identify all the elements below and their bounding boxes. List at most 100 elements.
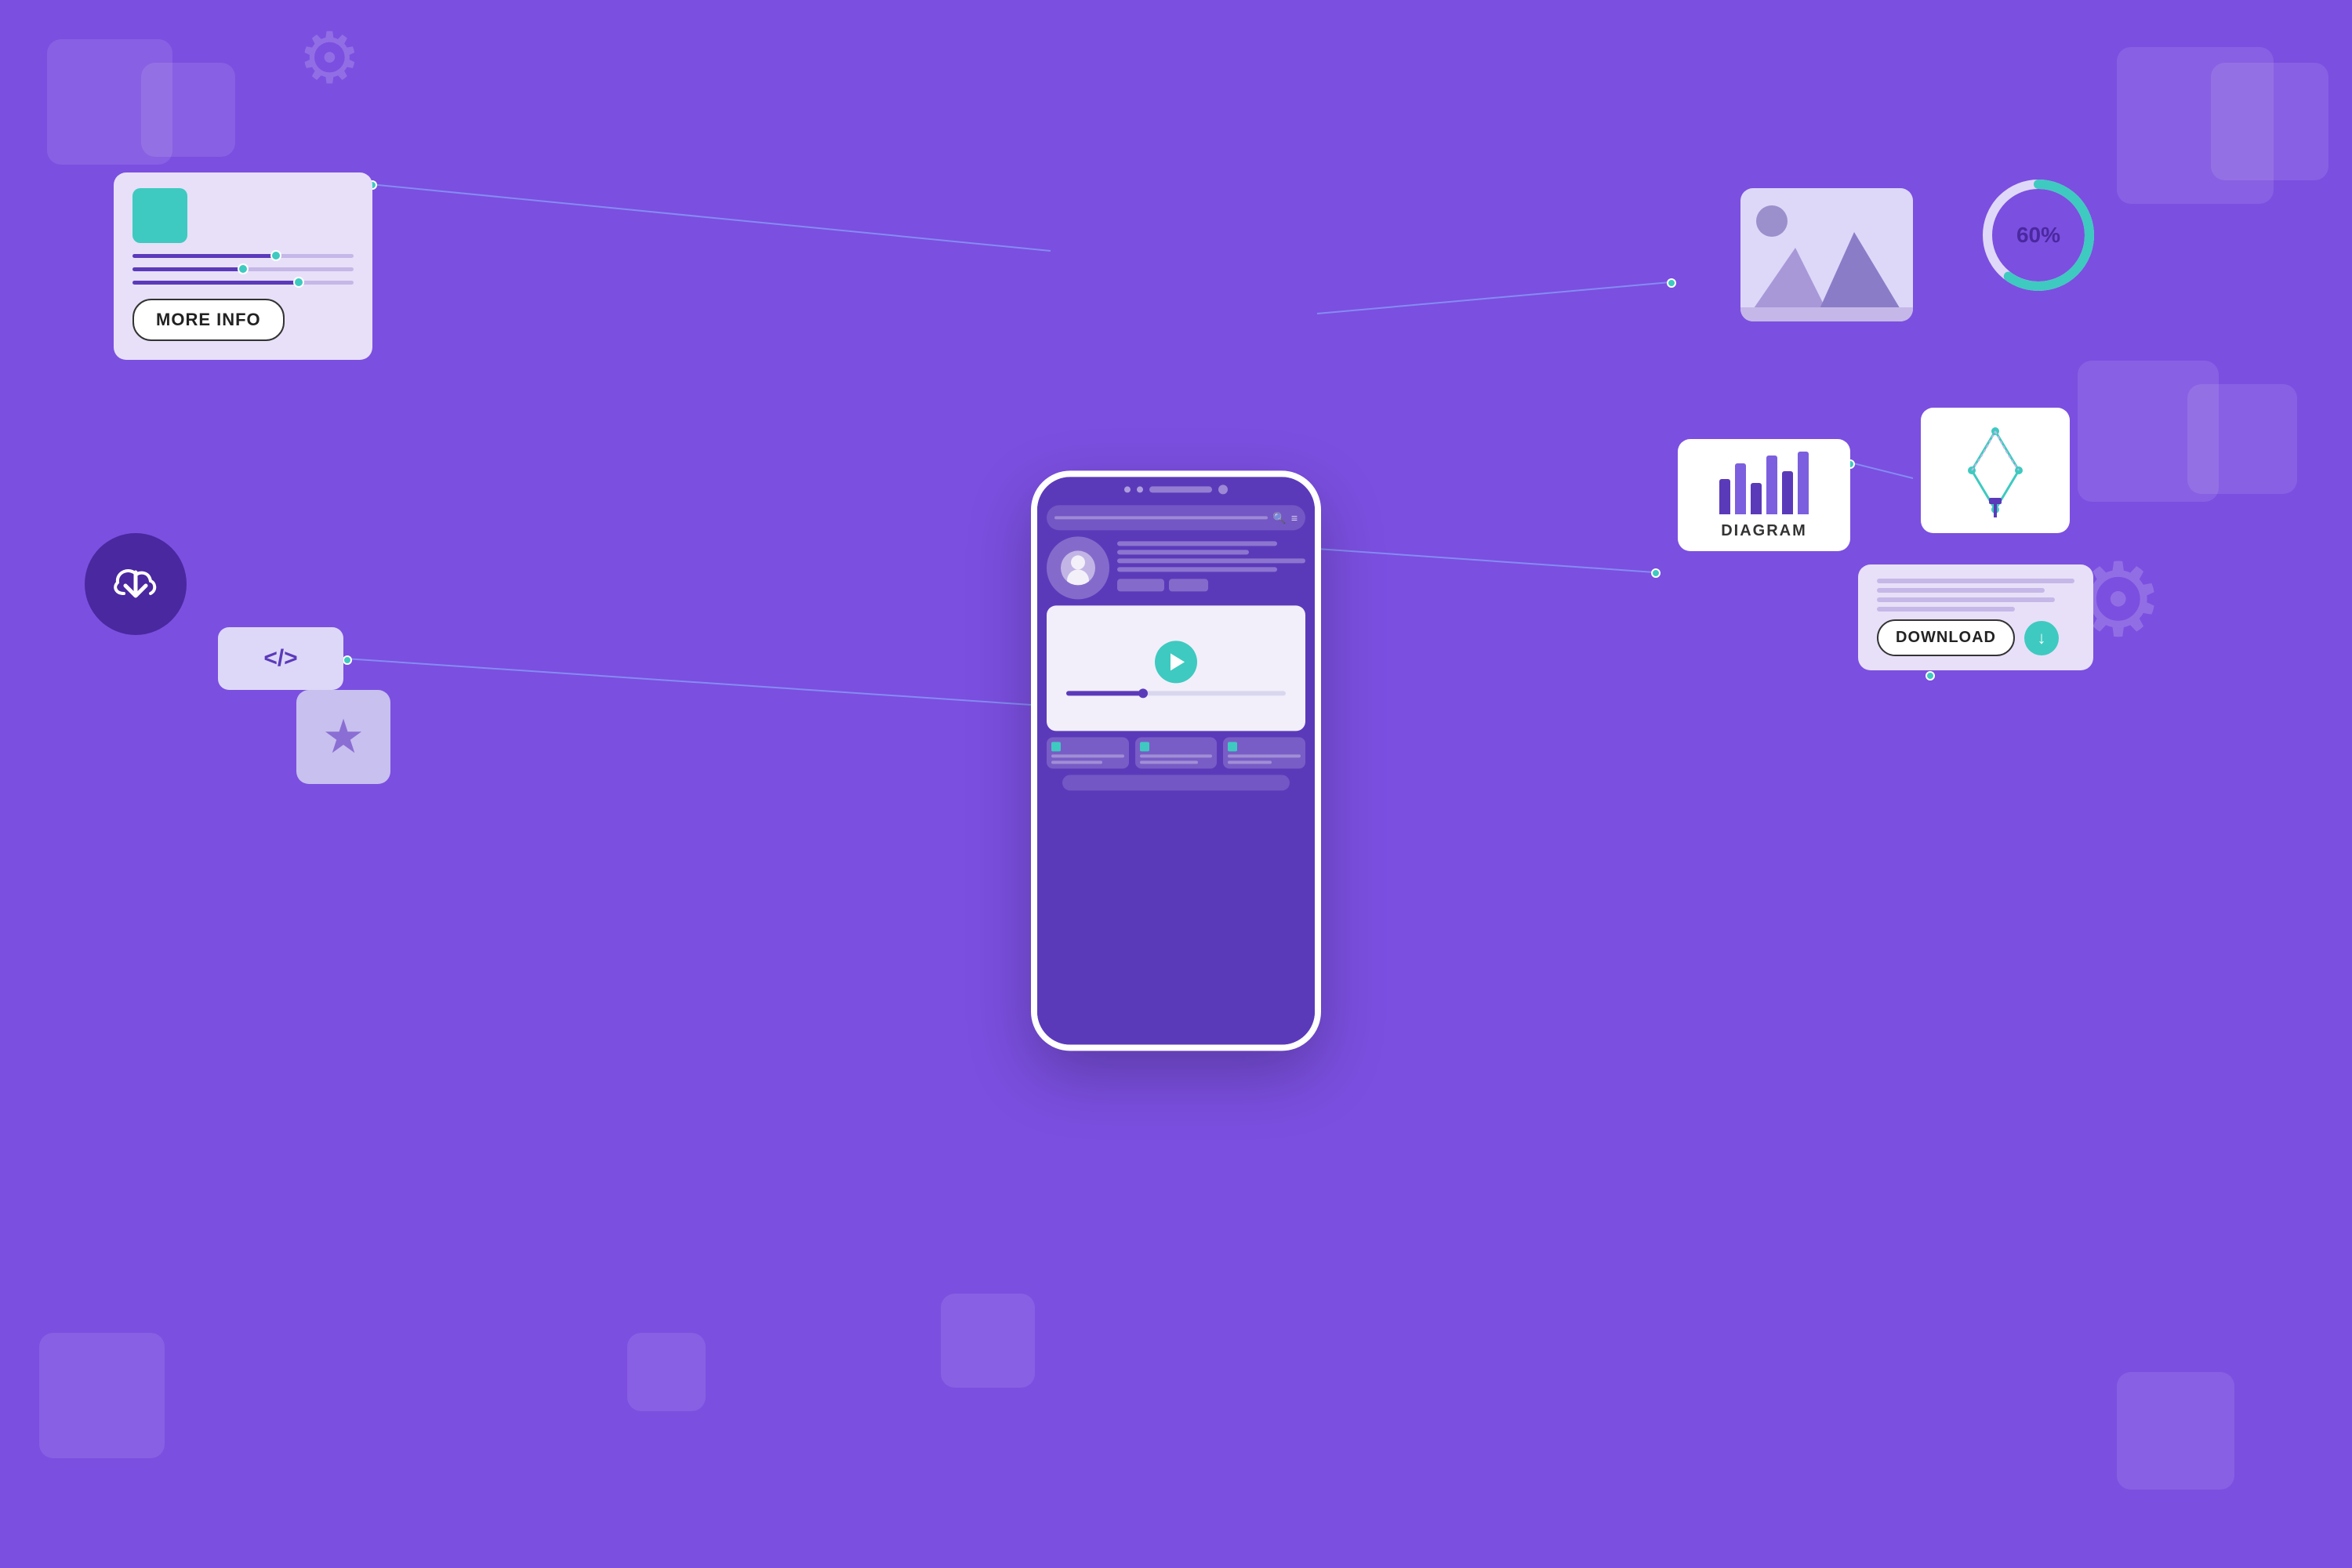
phone-progress-fill <box>1066 691 1143 695</box>
download-icon: ↓ <box>2024 621 2059 655</box>
phone-notch-dot-2 <box>1137 486 1143 492</box>
phone-card-icon-1 <box>1051 742 1061 751</box>
sliders-container <box>132 254 354 285</box>
bg-square-4 <box>2211 63 2328 180</box>
diagram-bar-3 <box>1751 483 1762 514</box>
download-line-4 <box>1877 607 2015 612</box>
phone-profile-line-1 <box>1117 541 1277 546</box>
bg-square-6 <box>2187 384 2297 494</box>
phone-bottom-bar <box>1062 775 1290 790</box>
slider-fill-1 <box>132 254 276 258</box>
progress-circle: 60% <box>1976 172 2101 298</box>
phone-play-triangle <box>1171 653 1185 670</box>
slider-thumb-2 <box>238 263 249 274</box>
cloud-upload-icon <box>108 561 163 608</box>
slider-fill-3 <box>132 281 299 285</box>
phone-search-bar[interactable]: 🔍 ≡ <box>1047 505 1305 530</box>
download-lines <box>1877 579 2074 612</box>
image-mountains <box>1740 232 1913 310</box>
slider-track-1[interactable] <box>132 254 354 258</box>
phone-play-button[interactable] <box>1155 641 1197 683</box>
conn-dot-diagram <box>1651 568 1661 578</box>
phone-profile-line-2 <box>1117 550 1249 554</box>
phone-cards-row <box>1047 737 1305 768</box>
diagram-bar-1 <box>1719 479 1730 514</box>
vector-tool-svg <box>1933 416 2058 525</box>
diagram-bar-6 <box>1798 452 1809 514</box>
slider-fill-2 <box>132 267 243 271</box>
bg-square-7 <box>39 1333 165 1458</box>
phone-search-icon: 🔍 <box>1272 511 1286 524</box>
phone-notch-dot-1 <box>1124 486 1131 492</box>
phone-btn-1[interactable] <box>1117 579 1164 591</box>
diagram-bars <box>1719 452 1809 514</box>
vector-card <box>1921 408 2070 533</box>
phone-card-line-3a <box>1228 754 1301 757</box>
cloud-upload-circle <box>85 533 187 635</box>
bg-square-10 <box>627 1333 706 1411</box>
bg-square-8 <box>2117 1372 2234 1490</box>
code-tag-card: </> <box>218 627 343 690</box>
download-button[interactable]: DOWNLOAD <box>1877 619 2015 656</box>
panel-image-placeholder <box>132 188 187 243</box>
phone-mockup: 🔍 ≡ <box>1031 470 1321 1051</box>
phone-profile-buttons <box>1117 579 1305 591</box>
diagram-bar-5 <box>1782 471 1793 514</box>
diagram-label: DIAGRAM <box>1721 522 1807 540</box>
phone-avatar-inner <box>1061 550 1095 585</box>
slider-thumb-3 <box>293 277 304 288</box>
phone-card-icon-2 <box>1140 742 1149 751</box>
slider-track-3[interactable] <box>132 281 354 285</box>
progress-text: 60% <box>2016 223 2060 248</box>
phone-profile-line-3 <box>1117 558 1305 563</box>
phone-card-icon-3 <box>1228 742 1237 751</box>
conn-dot-image-card <box>1667 278 1676 288</box>
gear-icon-top-left: ⚙ <box>298 24 361 94</box>
more-info-button[interactable]: MORE INFO <box>132 299 285 341</box>
phone-card-1 <box>1047 737 1129 768</box>
phone-card-line-3b <box>1228 760 1272 764</box>
phone-card-line-1b <box>1051 760 1102 764</box>
download-line-2 <box>1877 588 2045 593</box>
bg-square-9 <box>941 1294 1035 1388</box>
phone-card-2 <box>1135 737 1218 768</box>
diagram-bar-2 <box>1735 463 1746 514</box>
phone-card-line-1a <box>1051 754 1124 757</box>
phone-card-line-2b <box>1140 760 1198 764</box>
download-card: DOWNLOAD ↓ <box>1858 564 2093 670</box>
phone-notch-bar <box>1037 477 1315 499</box>
star-card: ★ <box>296 690 390 784</box>
phone-avatar-body <box>1067 569 1089 585</box>
image-card <box>1740 188 1913 321</box>
phone-menu-icon: ≡ <box>1291 511 1298 524</box>
diagram-bar-4 <box>1766 456 1777 514</box>
image-mountain-right <box>1819 232 1901 310</box>
star-icon: ★ <box>322 710 365 764</box>
download-line-1 <box>1877 579 2074 583</box>
code-tag-text: </> <box>263 645 297 672</box>
download-line-3 <box>1877 597 2055 602</box>
phone-notch-camera <box>1218 485 1228 494</box>
phone-card-line-2a <box>1140 754 1213 757</box>
phone-video-progress[interactable] <box>1066 691 1287 695</box>
phone-avatar-head <box>1071 555 1085 569</box>
phone-card-3 <box>1223 737 1305 768</box>
phone-profile-info <box>1117 536 1305 591</box>
conn-dot-code <box>343 655 352 665</box>
slider-track-2[interactable] <box>132 267 354 271</box>
phone-progress-dot <box>1138 688 1148 698</box>
image-mountain-left <box>1752 248 1827 310</box>
phone-btn-2[interactable] <box>1169 579 1208 591</box>
diagram-card: DIAGRAM <box>1678 439 1850 551</box>
bg-square-2 <box>141 63 235 157</box>
conn-dot-download <box>1926 671 1935 681</box>
phone-video-section <box>1047 605 1305 731</box>
phone-profile-section <box>1047 536 1305 599</box>
phone-profile-line-4 <box>1117 567 1277 572</box>
phone-avatar <box>1047 536 1109 599</box>
phone-screen: 🔍 ≡ <box>1037 499 1315 1044</box>
settings-panel: MORE INFO <box>114 172 372 360</box>
download-btn-row: DOWNLOAD ↓ <box>1877 619 2074 656</box>
phone-notch-speaker <box>1149 486 1212 492</box>
slider-thumb-1 <box>270 250 281 261</box>
